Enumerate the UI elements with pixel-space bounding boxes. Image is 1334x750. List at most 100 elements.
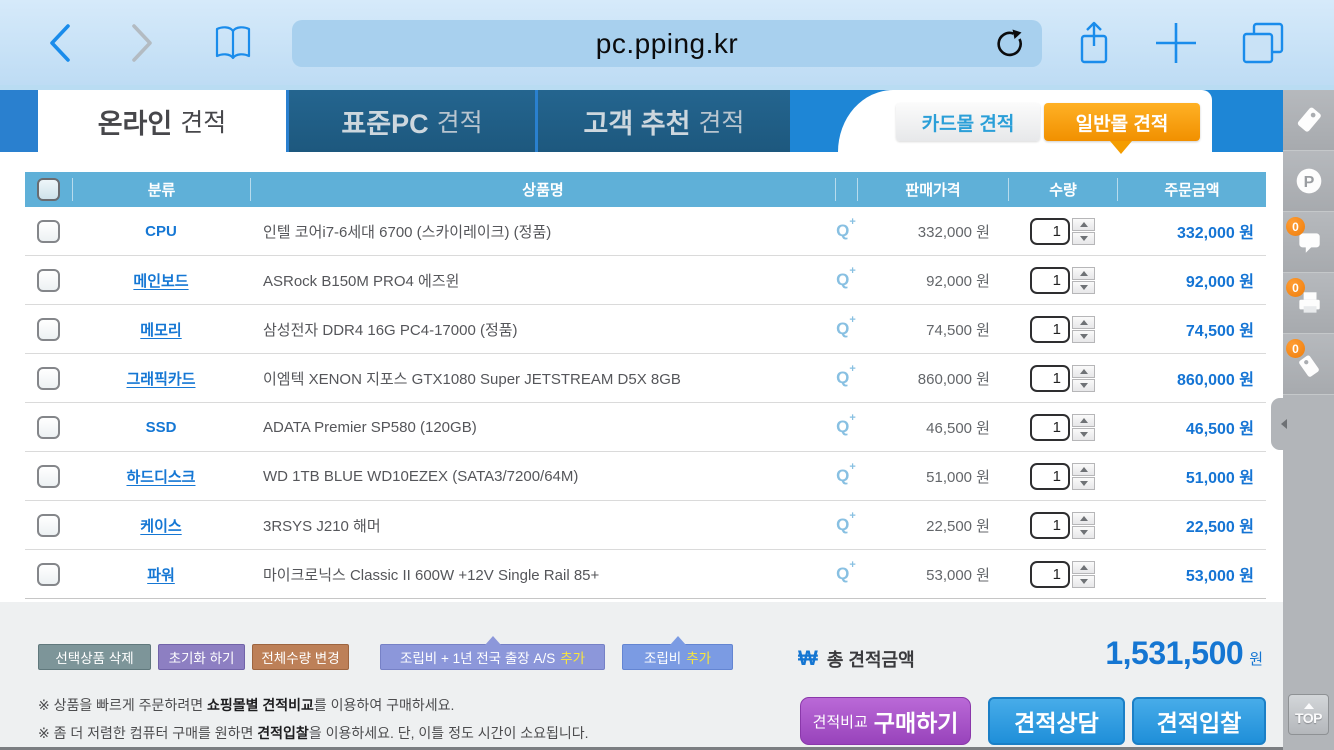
category-link[interactable]: 케이스	[140, 515, 181, 536]
quantity-down-button[interactable]	[1072, 526, 1095, 539]
quantity-input[interactable]	[1030, 512, 1070, 539]
quantity-down-button[interactable]	[1072, 575, 1095, 588]
table-header: 분류 상품명 판매가격 수량 주문금액	[25, 172, 1266, 207]
add-assembly-as-button[interactable]: 조립비 + 1년 전국 출장 A/S 추가	[380, 644, 605, 670]
header-price: 판매가격	[857, 178, 1008, 201]
quantity-input[interactable]	[1030, 561, 1070, 588]
delete-selected-button[interactable]: 선택상품 삭제	[38, 644, 151, 670]
url-bar[interactable]: pc.pping.kr	[292, 20, 1042, 67]
reload-button[interactable]	[994, 28, 1026, 60]
row-checkbox[interactable]	[37, 514, 60, 537]
zoom-product-button[interactable]: Q+	[835, 221, 857, 241]
up-arrow-icon	[1080, 222, 1088, 227]
won-symbol: ₩	[798, 647, 818, 671]
up-arrow-icon	[1080, 418, 1088, 423]
quote-bid-button[interactable]: 견적입찰	[1132, 697, 1266, 745]
quantity-input[interactable]	[1030, 414, 1070, 441]
quote-tab-bar: 온라인 견적 표준PC 견적 고객 추천 견적 카드몰 견적 일반몰 견적	[0, 90, 1283, 152]
zoom-product-button[interactable]: Q+	[835, 368, 857, 388]
zoom-product-button[interactable]: Q+	[835, 417, 857, 437]
tab-standard-pc-quote[interactable]: 표준PC 견적	[289, 90, 535, 152]
quantity-up-button[interactable]	[1072, 218, 1095, 231]
zoom-product-button[interactable]: Q+	[835, 319, 857, 339]
quantity-down-button[interactable]	[1072, 330, 1095, 343]
row-checkbox[interactable]	[37, 416, 60, 439]
rail-collapse-handle[interactable]	[1271, 398, 1297, 450]
quantity-up-button[interactable]	[1072, 463, 1095, 476]
share-button[interactable]	[1068, 0, 1120, 85]
zoom-product-button[interactable]: Q+	[835, 564, 857, 584]
magnifier-icon: Q	[836, 368, 849, 388]
category-link[interactable]: 파워	[147, 564, 175, 585]
quantity-input[interactable]	[1030, 463, 1070, 490]
category-link[interactable]: 메인보드	[133, 270, 188, 291]
row-checkbox[interactable]	[37, 563, 60, 586]
back-icon	[52, 26, 68, 60]
add-assembly-button[interactable]: 조립비 추가	[622, 644, 733, 670]
bookmarks-button[interactable]	[205, 0, 261, 85]
rail-coupon-button[interactable]: 0	[1283, 334, 1334, 395]
quantity-down-button[interactable]	[1072, 477, 1095, 490]
quantity-down-button[interactable]	[1072, 281, 1095, 294]
quote-table: 분류 상품명 판매가격 수량 주문금액 CPU 인텔 코어i7-6세대 6700…	[25, 172, 1266, 599]
note-compare: ※ 상품을 빠르게 주문하려면 쇼핑몰별 견적비교를 이용하여 구매하세요.	[38, 695, 454, 715]
row-checkbox[interactable]	[37, 220, 60, 243]
reset-button[interactable]: 초기화 하기	[158, 644, 245, 670]
row-checkbox[interactable]	[37, 465, 60, 488]
total-label-group: ₩ 총 견적금액	[798, 646, 915, 672]
card-mall-quote-button[interactable]: 카드몰 견적	[896, 103, 1040, 141]
back-button[interactable]	[38, 0, 82, 85]
tab-label-rest: 견적	[180, 103, 226, 139]
quantity-up-button[interactable]	[1072, 316, 1095, 329]
forward-button[interactable]	[120, 0, 164, 85]
select-all-checkbox[interactable]	[37, 178, 60, 201]
quantity-input[interactable]	[1030, 365, 1070, 392]
zoom-product-button[interactable]: Q+	[835, 270, 857, 290]
zoom-product-button[interactable]: Q+	[835, 515, 857, 535]
category-link[interactable]: 그래픽카드	[126, 368, 195, 389]
coupon-badge: 0	[1286, 339, 1305, 358]
sale-price: 53,000 원	[857, 564, 1008, 585]
general-mall-quote-button[interactable]: 일반몰 견적	[1044, 103, 1200, 141]
category-link[interactable]: SSD	[146, 419, 177, 436]
rail-tag-button[interactable]	[1283, 90, 1334, 151]
row-checkbox[interactable]	[37, 269, 60, 292]
quantity-up-button[interactable]	[1072, 267, 1095, 280]
print-badge: 0	[1286, 278, 1305, 297]
category-link[interactable]: 하드디스크	[126, 466, 195, 487]
quantity-down-button[interactable]	[1072, 379, 1095, 392]
quantity-down-button[interactable]	[1072, 232, 1095, 245]
quantity-up-button[interactable]	[1072, 561, 1095, 574]
category-link[interactable]: 메모리	[140, 319, 181, 340]
quantity-input[interactable]	[1030, 218, 1070, 245]
button-suffix: 추가	[560, 647, 585, 667]
quantity-up-button[interactable]	[1072, 414, 1095, 427]
tab-customer-recommend-quote[interactable]: 고객 추천 견적	[538, 90, 790, 152]
magnifier-icon: Q	[836, 515, 849, 535]
rail-print-button[interactable]: 0	[1283, 273, 1334, 334]
table-row: 메인보드 ASRock B150M PRO4 에즈윈 Q+ 92,000 원 9…	[25, 256, 1266, 305]
compare-purchase-button[interactable]: 견적비교 구매하기	[800, 697, 971, 745]
new-tab-button[interactable]	[1148, 0, 1204, 85]
category-link[interactable]: CPU	[145, 223, 177, 240]
quantity-up-button[interactable]	[1072, 365, 1095, 378]
quantity-input[interactable]	[1030, 267, 1070, 294]
down-arrow-icon	[1080, 481, 1088, 486]
rail-chat-button[interactable]: 0	[1283, 212, 1334, 273]
scroll-to-top-button[interactable]: TOP	[1288, 694, 1329, 735]
total-label: 총 견적금액	[827, 646, 915, 672]
product-name: 마이크로닉스 Classic II 600W +12V Single Rail …	[250, 564, 835, 585]
change-all-qty-button[interactable]: 전체수량 변경	[252, 644, 349, 670]
tabs-button[interactable]	[1234, 0, 1292, 85]
quantity-up-button[interactable]	[1072, 512, 1095, 525]
down-arrow-icon	[1080, 236, 1088, 241]
quantity-down-button[interactable]	[1072, 428, 1095, 441]
zoom-product-button[interactable]: Q+	[835, 466, 857, 486]
quote-consult-button[interactable]: 견적상담	[988, 697, 1125, 745]
rail-point-button[interactable]: P	[1283, 151, 1334, 212]
order-amount: 53,000 원	[1117, 562, 1266, 586]
row-checkbox[interactable]	[37, 367, 60, 390]
quantity-input[interactable]	[1030, 316, 1070, 343]
tab-online-quote[interactable]: 온라인 견적	[38, 90, 286, 152]
row-checkbox[interactable]	[37, 318, 60, 341]
